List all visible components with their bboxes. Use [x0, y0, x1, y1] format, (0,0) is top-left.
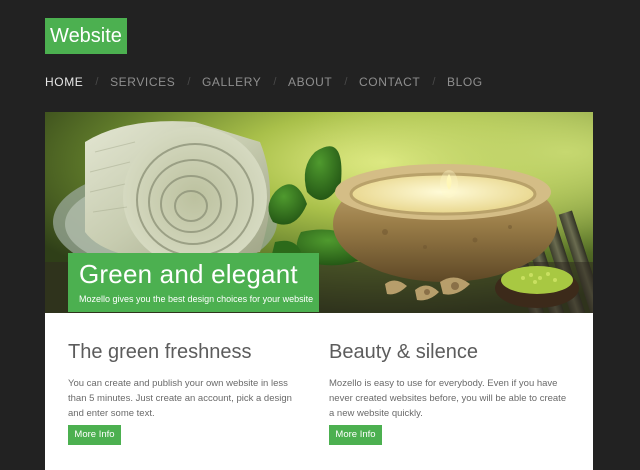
- nav-item-about[interactable]: ABOUT: [288, 75, 332, 89]
- nav-separator: /: [187, 76, 191, 88]
- page: Website HOME / SERVICES / GALLERY / ABOU…: [0, 0, 640, 470]
- nav-separator: /: [432, 76, 436, 88]
- feature-text: You can create and publish your own webs…: [68, 378, 292, 419]
- feature-text: Mozello is easy to use for everybody. Ev…: [329, 378, 567, 419]
- nav-item-gallery[interactable]: GALLERY: [202, 75, 261, 89]
- feature-title: Beauty & silence: [329, 341, 478, 363]
- content-section: The green freshness You can create and p…: [45, 313, 593, 470]
- more-info-button[interactable]: More Info: [68, 425, 121, 445]
- hero-banner: Green and elegant Mozello gives you the …: [45, 112, 593, 313]
- nav-item-contact[interactable]: CONTACT: [359, 75, 420, 89]
- feature-column: The green freshness You can create and p…: [68, 339, 308, 421]
- site-logo[interactable]: Website: [45, 18, 127, 54]
- hero-title: Green and elegant: [79, 259, 298, 289]
- nav-item-home[interactable]: HOME: [45, 75, 83, 89]
- hero-subtitle: Mozello gives you the best design choice…: [79, 294, 314, 304]
- main-nav: HOME / SERVICES / GALLERY / ABOUT / CONT…: [45, 74, 483, 90]
- nav-separator: /: [344, 76, 348, 88]
- feature-column: Beauty & silence Mozello is easy to use …: [329, 339, 569, 421]
- hero-caption-box: Green and elegant Mozello gives you the …: [68, 253, 319, 312]
- nav-item-blog[interactable]: BLOG: [447, 75, 483, 89]
- feature-title: The green freshness: [68, 341, 252, 363]
- more-info-button[interactable]: More Info: [329, 425, 382, 445]
- nav-separator: /: [273, 76, 277, 88]
- nav-separator: /: [95, 76, 100, 88]
- nav-item-services[interactable]: SERVICES: [110, 75, 175, 89]
